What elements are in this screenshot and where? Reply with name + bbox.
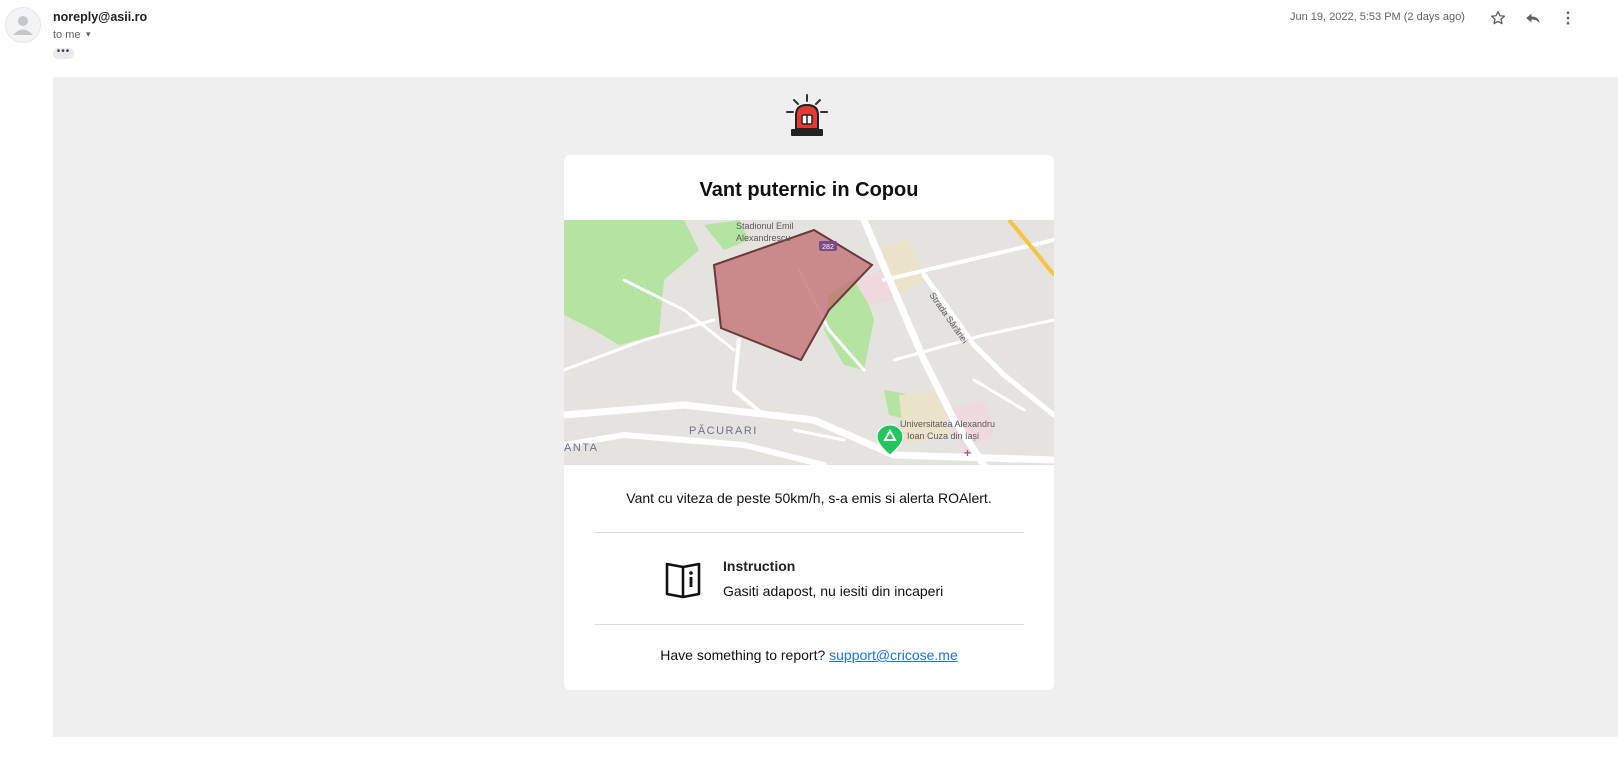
map-label-stadium-1: Stadionul Emil bbox=[736, 221, 794, 231]
road-badge: 282 bbox=[822, 244, 834, 251]
recipient-details-dropdown-icon[interactable]: ▾ bbox=[86, 29, 91, 40]
show-trimmed-content-button[interactable]: ••• bbox=[53, 47, 74, 59]
alert-map[interactable]: 282 Stadionul Emil Alexandrescu Strada S… bbox=[564, 220, 1054, 465]
divider bbox=[594, 532, 1024, 533]
reply-icon bbox=[1526, 13, 1540, 24]
report-prompt: Have something to report? bbox=[660, 647, 826, 663]
alert-title: Vant puternic in Copou bbox=[699, 179, 919, 201]
hospital-icon: + bbox=[964, 446, 971, 460]
more-options-button[interactable] bbox=[1556, 6, 1580, 30]
siren-icon bbox=[784, 93, 830, 144]
alert-card: Vant puternic in Copou 282 Stadionul Emi… bbox=[564, 155, 1054, 690]
instruction-text: Gasiti adapost, nu iesiti din incaperi bbox=[723, 583, 944, 599]
instruction-label: Instruction bbox=[723, 558, 796, 574]
map-label-university-1: Universitatea Alexandru bbox=[900, 419, 995, 429]
report-line: Have something to report? support@cricos… bbox=[564, 647, 1054, 663]
sender-avatar[interactable] bbox=[5, 7, 41, 43]
reply-button[interactable] bbox=[1521, 6, 1545, 30]
map-label-university-2: Ioan Cuza din Iași bbox=[907, 431, 979, 441]
sender-email[interactable]: noreply@asii.ro bbox=[53, 10, 147, 24]
more-vert-icon bbox=[1566, 11, 1570, 25]
map-label-stadium-2: Alexandrescu bbox=[736, 233, 791, 243]
alert-description: Vant cu viteza de peste 50km/h, s-a emis… bbox=[626, 490, 992, 506]
star-button[interactable] bbox=[1486, 6, 1510, 30]
person-icon bbox=[13, 16, 33, 35]
email-date: Jun 19, 2022, 5:53 PM (2 days ago) bbox=[1290, 11, 1465, 23]
recipient-label[interactable]: to me bbox=[53, 29, 81, 41]
map-label-district-left: ANTA bbox=[564, 442, 599, 454]
support-email-link[interactable]: support@cricose.me bbox=[829, 647, 958, 663]
map-label-district: PĂCURARI bbox=[689, 424, 758, 437]
star-icon bbox=[1490, 10, 1506, 25]
instruction-book-icon bbox=[664, 559, 702, 604]
divider bbox=[594, 624, 1024, 625]
